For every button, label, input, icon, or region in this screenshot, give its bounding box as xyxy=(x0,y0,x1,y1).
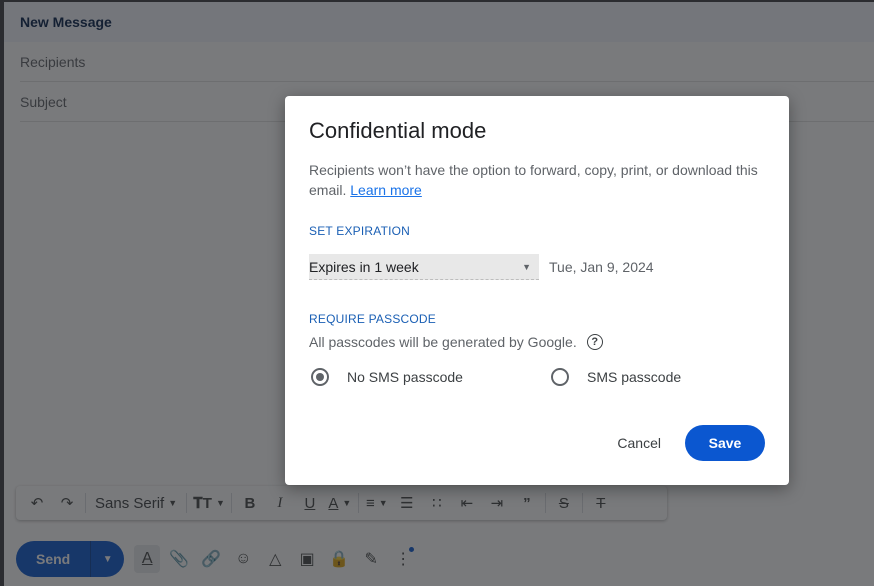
dialog-title: Confidential mode xyxy=(309,118,487,143)
passcode-options: No SMS passcode SMS passcode xyxy=(309,368,765,386)
require-passcode-label: REQUIRE PASSCODE xyxy=(309,312,437,326)
save-button[interactable]: Save xyxy=(685,425,765,461)
cancel-button[interactable]: Cancel xyxy=(593,435,685,451)
confidential-mode-dialog: Confidential mode Recipients won’t have … xyxy=(285,96,789,485)
sms-passcode-option[interactable]: SMS passcode xyxy=(549,368,681,386)
dialog-description: Recipients won’t have the option to forw… xyxy=(309,160,759,200)
dialog-actions: Cancel Save xyxy=(593,425,765,461)
no-sms-passcode-label: No SMS passcode xyxy=(347,369,463,385)
expiration-row: Expires in 1 week ▼ Tue, Jan 9, 2024 xyxy=(309,254,765,280)
radio-checked-icon[interactable] xyxy=(311,368,329,386)
learn-more-link[interactable]: Learn more xyxy=(350,182,422,198)
chevron-down-icon: ▼ xyxy=(522,261,531,272)
help-icon[interactable]: ? xyxy=(586,334,603,350)
no-sms-passcode-option[interactable]: No SMS passcode xyxy=(309,368,549,386)
sms-passcode-label: SMS passcode xyxy=(587,369,682,385)
radio-unchecked-icon[interactable] xyxy=(551,368,569,386)
passcode-note-text: All passcodes will be generated by Googl… xyxy=(309,334,577,350)
expiration-select-value: Expires in 1 week xyxy=(309,258,419,275)
expiration-select[interactable]: Expires in 1 week ▼ xyxy=(309,254,539,280)
set-expiration-label: SET EXPIRATION xyxy=(309,224,411,238)
expiration-date: Tue, Jan 9, 2024 xyxy=(549,259,654,275)
passcode-note: All passcodes will be generated by Googl… xyxy=(309,334,765,350)
